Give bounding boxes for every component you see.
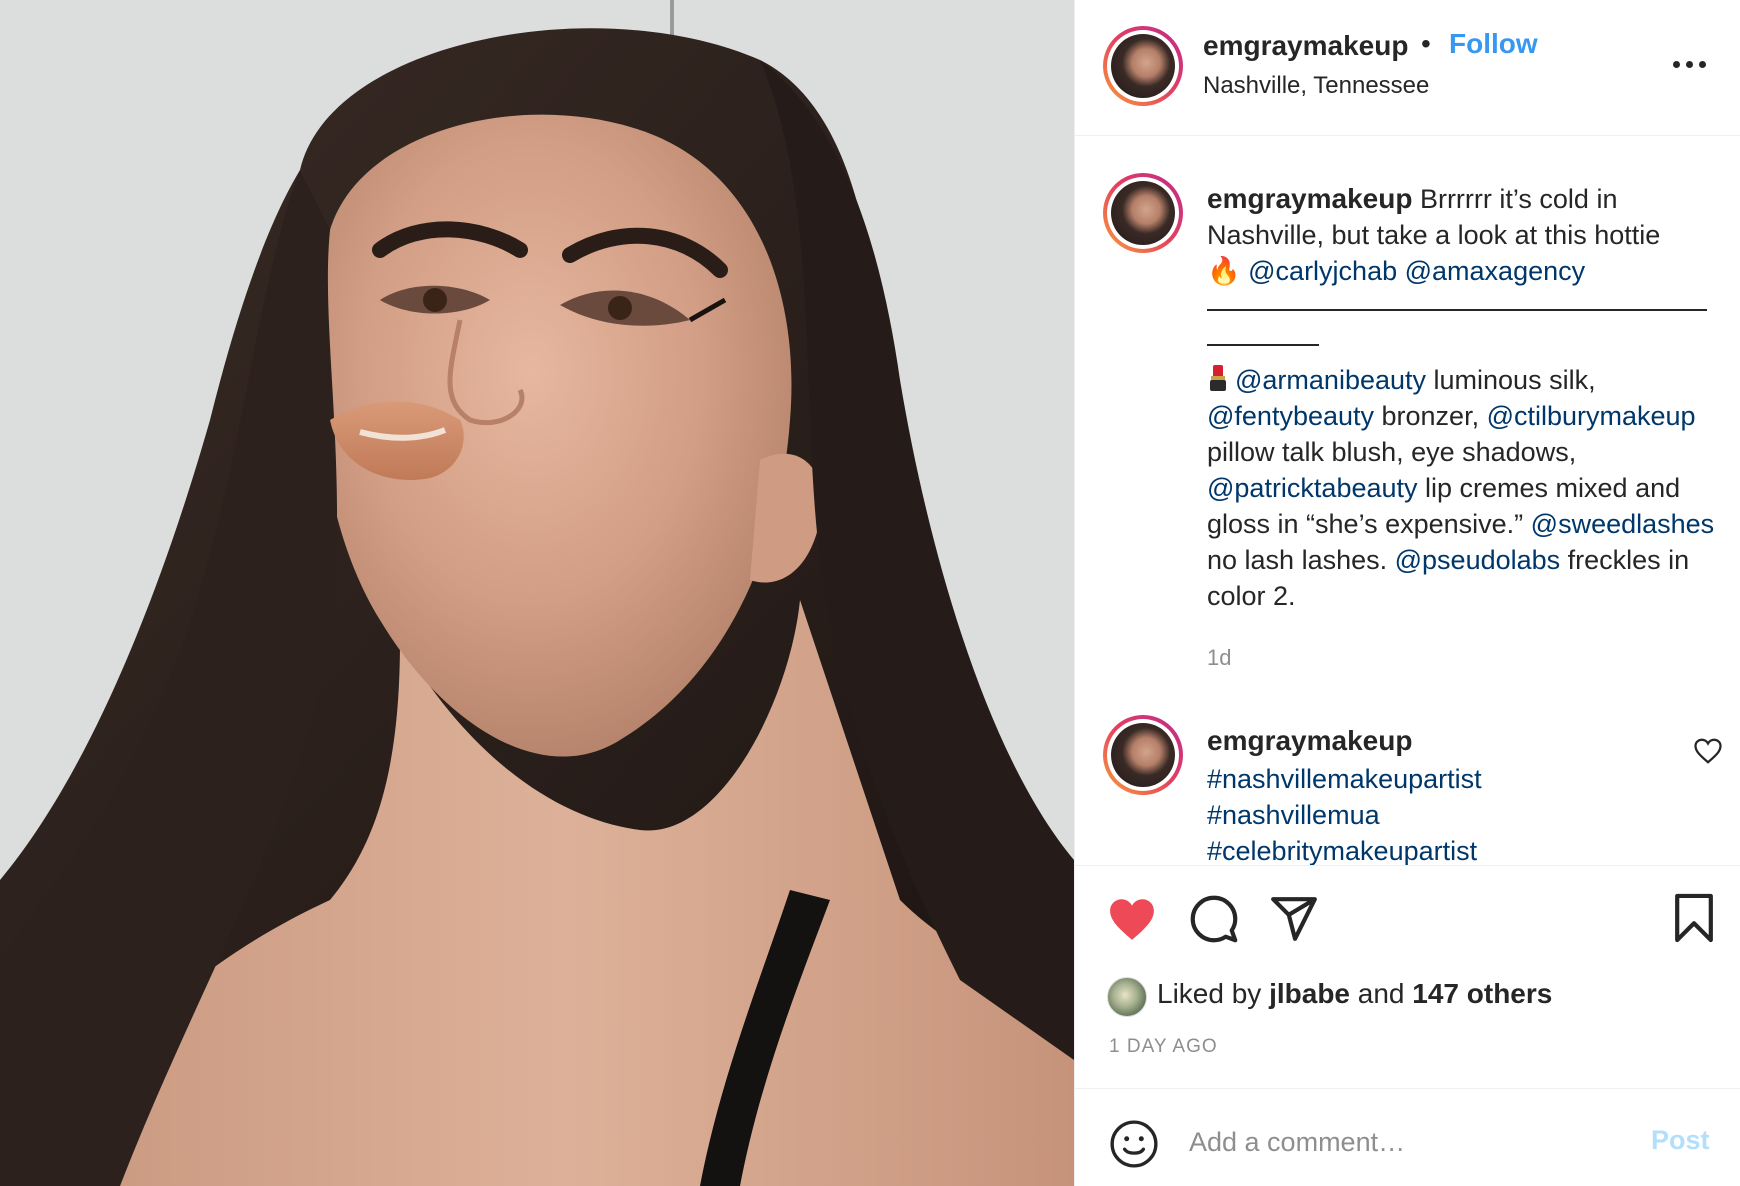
comment-like-heart-icon[interactable] [1693, 737, 1723, 765]
product-text: luminous silk, [1426, 365, 1596, 395]
caption-body: emgraymakeup Brrrrrr it’s cold in Nashvi… [1207, 181, 1717, 289]
post-sidebar: emgraymakeup • Follow Nashville, Tenness… [1074, 0, 1740, 1186]
caption-username[interactable]: emgraymakeup [1207, 183, 1412, 214]
more-options-icon[interactable] [1671, 48, 1711, 78]
share-icon[interactable] [1269, 896, 1319, 942]
products-text: @armanibeauty luminous silk, @fentybeaut… [1207, 362, 1717, 614]
hashtag-list: #nashvillemakeupartist #nashvillemua #ce… [1207, 761, 1687, 865]
post-location[interactable]: Nashville, Tennessee [1203, 72, 1429, 100]
likes-middle: and [1350, 978, 1413, 1009]
likes-others-link[interactable]: 147 others [1412, 978, 1552, 1009]
mention-link[interactable]: @carlyjchab [1248, 256, 1397, 286]
fire-emoji: 🔥 [1207, 256, 1241, 286]
bookmark-icon[interactable] [1673, 892, 1715, 944]
separator-dot: • [1421, 28, 1431, 59]
comment-avatar[interactable] [1103, 715, 1183, 795]
likes-summary: Liked by jlbabe and 147 others [1157, 978, 1552, 1010]
product-text: pillow talk blush, eye shadows, [1207, 437, 1577, 467]
lipstick-icon [1207, 364, 1229, 392]
mention-link[interactable]: @sweedlashes [1531, 509, 1715, 539]
portrait-image [0, 0, 1074, 1186]
mention-link[interactable]: @fentybeauty [1207, 401, 1374, 431]
mention-link[interactable]: @amaxagency [1405, 256, 1586, 286]
likes-prefix: Liked by [1157, 978, 1270, 1009]
product-text: no lash lashes. [1207, 545, 1395, 575]
author-username[interactable]: emgraymakeup [1203, 30, 1408, 62]
hashtag-link[interactable]: #nashvillemua [1207, 797, 1687, 833]
post-header: emgraymakeup • Follow Nashville, Tenness… [1075, 0, 1740, 136]
mention-link[interactable]: @patricktabeauty [1207, 473, 1418, 503]
post-photo[interactable] [0, 0, 1074, 1186]
caption-timestamp[interactable]: 1d [1207, 645, 1231, 671]
comment-username[interactable]: emgraymakeup [1207, 725, 1412, 757]
post-comment-button[interactable]: Post [1651, 1125, 1710, 1156]
hashtag-link[interactable]: #nashvillemakeupartist [1207, 761, 1687, 797]
mention-link[interactable]: @pseudolabs [1395, 545, 1561, 575]
divider-line [1207, 309, 1707, 311]
liker-avatar[interactable] [1107, 977, 1147, 1017]
author-avatar[interactable] [1103, 26, 1183, 106]
post-timestamp[interactable]: 1 DAY AGO [1109, 1036, 1218, 1058]
caption-avatar[interactable] [1103, 173, 1183, 253]
heart-filled-icon[interactable] [1107, 896, 1157, 942]
follow-button[interactable]: Follow [1449, 28, 1538, 60]
hashtag-link[interactable]: #celebritymakeupartist [1207, 833, 1687, 865]
divider-line [1207, 344, 1319, 346]
comments-list[interactable]: emgraymakeup Brrrrrr it’s cold in Nashvi… [1075, 137, 1740, 865]
add-comment-bar: Post [1075, 1088, 1740, 1186]
comment-input[interactable] [1189, 1117, 1619, 1167]
mention-link[interactable]: @armanibeauty [1235, 365, 1426, 395]
emoji-smiley-icon[interactable] [1109, 1119, 1159, 1169]
post-actions: Liked by jlbabe and 147 others 1 DAY AGO [1075, 865, 1740, 1088]
liker-username[interactable]: jlbabe [1269, 978, 1350, 1009]
product-text: bronzer, [1374, 401, 1487, 431]
comment-icon[interactable] [1189, 894, 1239, 944]
mention-link[interactable]: @ctilburymakeup [1487, 401, 1696, 431]
